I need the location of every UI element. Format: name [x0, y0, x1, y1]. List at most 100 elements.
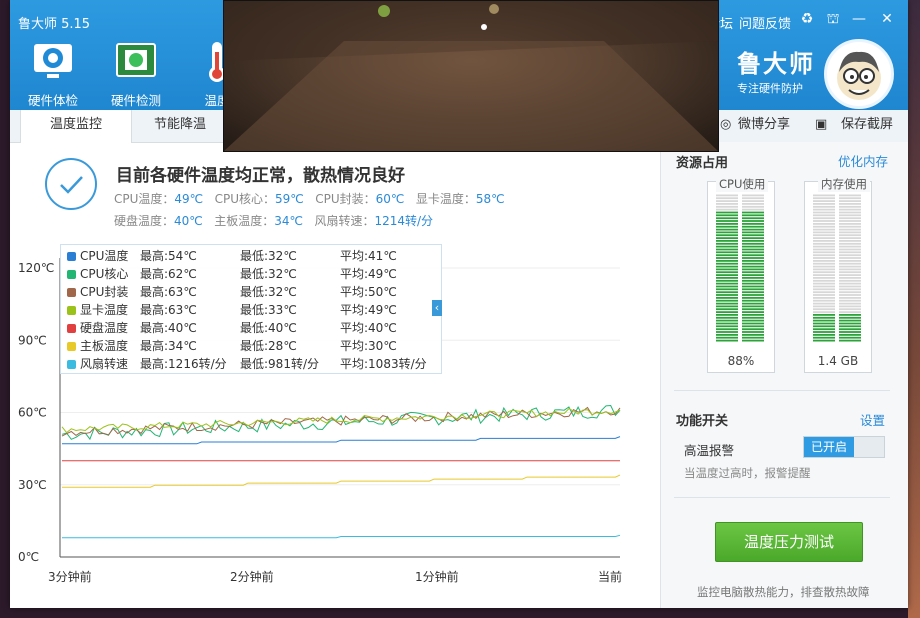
tab-temp-monitor[interactable]: 温度监控: [20, 110, 132, 143]
nav-label: 硬件体检: [27, 93, 78, 108]
meter-segment: [742, 242, 764, 245]
legend-avg: 平均:50℃: [340, 285, 397, 299]
legend-swatch: [67, 306, 76, 315]
x-tick-label: 3分钟前: [48, 569, 92, 584]
legend-collapse-button[interactable]: ‹: [432, 300, 442, 316]
meter-segment: [716, 322, 738, 325]
minimize-icon[interactable]: —: [849, 11, 869, 27]
meter-segment: [813, 237, 835, 239]
meter-segment: [839, 208, 861, 211]
meter-segment: [742, 311, 764, 313]
meter-segment: [813, 262, 835, 265]
save-screenshot-link[interactable]: 保存截屏: [841, 110, 893, 142]
meter-segment: [742, 314, 764, 316]
meter-segment: [716, 194, 738, 197]
meter-segment: [742, 297, 764, 299]
meter-segment: [813, 297, 835, 299]
shirt-icon[interactable]: ⛫: [823, 11, 843, 29]
legend-name: CPU封装: [80, 285, 129, 299]
camera-icon[interactable]: ▣: [815, 110, 827, 142]
legend-avg: 平均:49℃: [340, 267, 397, 281]
meter-segment: [742, 220, 764, 222]
meter-segment: [813, 299, 835, 302]
meter-segment: [813, 291, 835, 294]
meter-segment: [813, 245, 835, 248]
meter-segment: [716, 265, 738, 268]
meter-segment: [742, 245, 764, 248]
meter-segment: [813, 271, 835, 274]
meter-segment: [839, 194, 861, 197]
meter-segment: [716, 328, 738, 331]
weibo-icon[interactable]: ◎: [720, 110, 731, 142]
meter-segment: [813, 228, 835, 231]
memory-meter-label: 内存使用: [818, 176, 870, 192]
meter-segment: [742, 262, 764, 265]
y-tick-label: 0℃: [18, 550, 39, 564]
app-window: 鲁大师 5.15 硬件体检 硬件检测 温度 论坛 问题反馈 ♻ ⛫ — ✕ 鲁大…: [10, 0, 908, 608]
meter-segment: [742, 277, 764, 279]
legend-swatch: [67, 270, 76, 279]
stress-test-button[interactable]: 温度压力测试: [715, 522, 863, 562]
status-value: 34℃: [274, 214, 303, 228]
meter-segment: [839, 220, 861, 222]
optimize-memory-link[interactable]: 优化内存: [838, 151, 888, 170]
x-tick-label: 1分钟前: [415, 569, 459, 584]
close-icon[interactable]: ✕: [877, 11, 897, 27]
meter-segment: [742, 200, 764, 202]
meter-segment: [813, 282, 835, 285]
meter-segment: [742, 322, 764, 325]
legend-name: CPU核心: [80, 267, 129, 281]
high-temp-alarm-toggle[interactable]: 已开启: [803, 436, 885, 458]
nav-hardware-checkup[interactable]: 硬件体检: [16, 40, 90, 109]
meter-segment: [839, 257, 861, 259]
series-line: [62, 436, 621, 445]
weibo-share-link[interactable]: 微博分享: [738, 110, 790, 142]
series-line: [62, 474, 621, 488]
meter-segment: [813, 331, 835, 333]
meter-segment: [813, 203, 835, 205]
feedback-link[interactable]: 问题反馈: [739, 13, 791, 32]
tab-energy-saving[interactable]: 节能降温: [140, 110, 220, 142]
meter-segment: [813, 294, 835, 296]
meter-segment: [716, 311, 738, 313]
meter-segment: [813, 251, 835, 254]
settings-link[interactable]: 设置: [860, 410, 885, 429]
meter-segment: [813, 277, 835, 279]
meter-segment: [742, 271, 764, 274]
nav-hardware-detect[interactable]: 硬件检测: [99, 40, 173, 109]
meter-segment: [839, 308, 861, 311]
meter-segment: [742, 211, 764, 214]
meter-segment: [839, 277, 861, 279]
desktop-background: [908, 0, 920, 618]
meter-segment: [716, 291, 738, 294]
meter-segment: [716, 325, 738, 328]
legend-min: 最低:32℃: [240, 285, 297, 299]
meter-segment: [716, 285, 738, 288]
status-label: CPU温度：: [114, 192, 175, 206]
meter-segment: [742, 285, 764, 288]
meter-segment: [813, 288, 835, 291]
meter-segment: [839, 200, 861, 202]
meter-segment: [839, 314, 861, 316]
legend-name: 主板温度: [80, 339, 129, 353]
meter-segment: [716, 223, 738, 225]
meter-segment: [716, 214, 738, 217]
legend-swatch: [67, 252, 76, 261]
meter-segment: [742, 248, 764, 251]
meter-segment: [839, 331, 861, 333]
meter-segment: [742, 197, 764, 200]
legend-max: 最高:1216转/分: [140, 357, 227, 371]
legend-min: 最低:28℃: [240, 339, 297, 353]
meter-segment: [742, 203, 764, 205]
meter-segment: [716, 336, 738, 339]
meter-segment: [742, 234, 764, 237]
recycle-icon[interactable]: ♻: [797, 11, 817, 27]
status-title: 目前各硬件温度均正常，散热情况良好: [116, 166, 405, 186]
meter-segment: [813, 274, 835, 276]
chart-legend: CPU温度 最高:54℃ 最低:32℃ 平均:41℃ CPU核心 最高:62℃ 最低:32℃…: [60, 244, 442, 374]
meter-segment: [839, 268, 861, 271]
meter-segment: [839, 319, 861, 322]
meter-segment: [716, 294, 738, 296]
legend-max: 最高:40℃: [140, 321, 197, 335]
meter-segment: [839, 336, 861, 339]
